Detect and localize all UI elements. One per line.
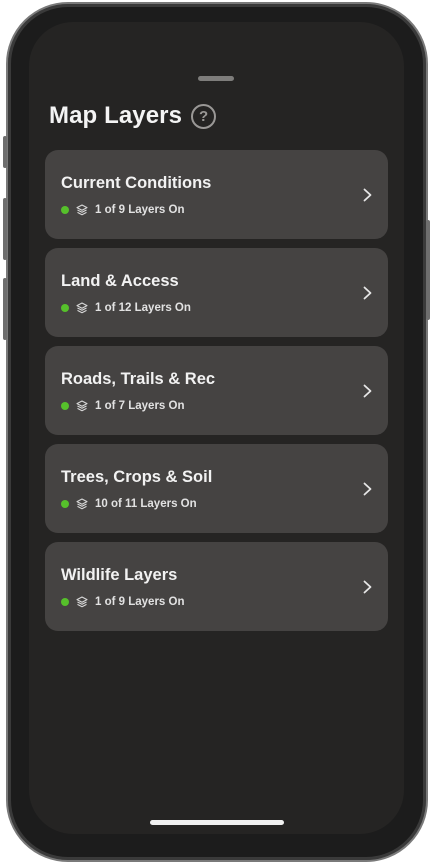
silent-switch [3, 136, 7, 168]
category-status: 1 of 9 Layers On [61, 596, 184, 608]
sheet-header: Map Layers ? [49, 102, 217, 130]
category-status-text: 10 of 11 Layers On [95, 498, 197, 510]
category-title: Wildlife Layers [61, 566, 178, 584]
chevron-right-icon [363, 188, 372, 202]
chevron-right-icon [363, 580, 372, 594]
volume-up-button [3, 198, 7, 260]
layer-category-roads-trails-rec[interactable]: Roads, Trails & Rec 1 of 7 Layers On [45, 346, 388, 435]
screen: Map Layers ? Current Conditions 1 of 9 L… [29, 22, 404, 834]
sheet-grabber[interactable] [198, 76, 234, 81]
layers-icon [76, 400, 88, 412]
category-status-text: 1 of 9 Layers On [95, 596, 185, 608]
layer-category-trees-crops-soil[interactable]: Trees, Crops & Soil 10 of 11 Layers On [45, 444, 388, 533]
chevron-right-icon [363, 384, 372, 398]
layers-icon [76, 204, 88, 216]
page-title: Map Layers [49, 102, 183, 129]
layer-category-land-access[interactable]: Land & Access 1 of 12 Layers On [45, 248, 388, 337]
category-title: Trees, Crops & Soil [61, 468, 213, 486]
category-status-text: 1 of 12 Layers On [95, 302, 191, 314]
status-dot [61, 598, 69, 606]
category-title: Roads, Trails & Rec [61, 370, 216, 388]
layers-icon [76, 498, 88, 510]
category-status: 10 of 11 Layers On [61, 498, 197, 510]
question-circle-icon[interactable]: ? [191, 103, 217, 129]
category-status-text: 1 of 9 Layers On [95, 204, 185, 216]
chevron-right-icon [363, 286, 372, 300]
layer-category-list: Current Conditions 1 of 9 Layers On Land… [45, 150, 388, 640]
layer-category-current-conditions[interactable]: Current Conditions 1 of 9 Layers On [45, 150, 388, 239]
chevron-right-icon [363, 482, 372, 496]
status-dot [61, 402, 69, 410]
category-status: 1 of 12 Layers On [61, 302, 191, 314]
category-status: 1 of 7 Layers On [61, 400, 184, 412]
category-status-text: 1 of 7 Layers On [95, 400, 185, 412]
layers-icon [76, 302, 88, 314]
home-indicator[interactable] [150, 820, 284, 825]
layers-icon [76, 596, 88, 608]
volume-down-button [3, 278, 7, 340]
power-button [426, 220, 430, 320]
status-dot [61, 304, 69, 312]
category-title: Land & Access [61, 272, 179, 290]
category-title: Current Conditions [61, 174, 212, 192]
status-dot [61, 206, 69, 214]
layer-category-wildlife-layers[interactable]: Wildlife Layers 1 of 9 Layers On [45, 542, 388, 631]
category-status: 1 of 9 Layers On [61, 204, 184, 216]
status-dot [61, 500, 69, 508]
